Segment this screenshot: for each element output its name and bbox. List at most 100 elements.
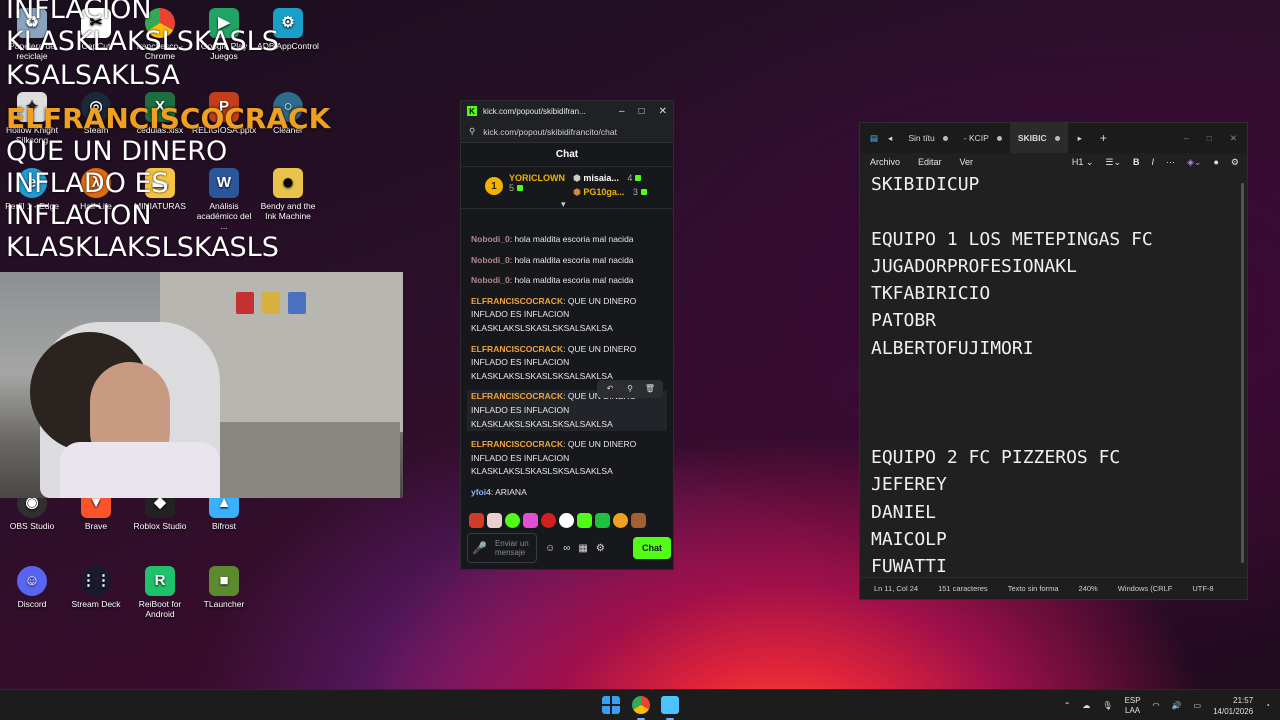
pin-icon[interactable]: ⚲ [621, 382, 639, 396]
chat-message[interactable]: Nobodi_0: hola maldita escoria mal nacid… [471, 274, 667, 288]
volume-icon[interactable]: 🔊 [1172, 701, 1182, 710]
tab-skibic[interactable]: SKIBIC [1009, 123, 1068, 153]
emote-icon[interactable] [595, 513, 610, 528]
chat-text: : hola maldita escoria mal nacida [509, 234, 634, 244]
unsaved-dot-icon [942, 135, 948, 141]
emote-icon[interactable] [541, 513, 556, 528]
leader-others: ⬢ misaia... 4 ⬢ PG10ga... 3 [573, 173, 647, 202]
chat-username[interactable]: ELFRANCISCOCRACK [471, 344, 563, 354]
desktop-icon-reiboot[interactable]: R ReiBoot for Android [128, 566, 192, 619]
stream-deck-icon: ⋮⋮ [81, 566, 111, 596]
minimize-icon[interactable]: – [1184, 133, 1189, 143]
heading-select[interactable]: H1 ⌄ [1072, 157, 1094, 168]
second-place-icon: ⬢ [573, 173, 581, 183]
line-ending[interactable]: Windows (CRLF [1118, 584, 1173, 593]
maximize-icon[interactable]: □ [1207, 133, 1212, 143]
menu-ver[interactable]: Ver [960, 157, 974, 167]
overlay-line-6: INFLACION [6, 200, 152, 231]
emote-icon[interactable] [559, 513, 574, 528]
notepad-scrollbar[interactable] [1241, 183, 1244, 563]
encoding[interactable]: UTF-8 [1192, 584, 1213, 593]
battery-icon[interactable]: ▭ [1194, 701, 1202, 710]
text-format[interactable]: Texto sin forma [1008, 584, 1059, 593]
clock[interactable]: 21:57 14/01/2026 [1213, 695, 1253, 717]
overlay-line-5: INFLADO ES [6, 168, 169, 199]
emote-icon[interactable] [577, 513, 592, 528]
chat-message[interactable]: ELFRANCISCOCRACK: QUE UN DINERO INFLADO … [471, 295, 667, 336]
zoom-level[interactable]: 240% [1079, 584, 1098, 593]
kick-url-bar[interactable]: ⚲ kick.com/popout/skibidifrancito/chat [461, 121, 673, 143]
desktop-icon-bendy[interactable]: ☻ Bendy and the Ink Machine [256, 168, 320, 221]
tab-scroll-right-icon[interactable]: ▸ [1078, 133, 1082, 144]
chat-message[interactable]: yfoi4: ARIANA [471, 486, 667, 500]
chat-input[interactable]: 🎤 Enviar un mensaje [467, 533, 537, 563]
new-tab-icon[interactable]: + [1100, 131, 1107, 145]
show-hidden-icons-icon[interactable]: ⌃ [1064, 701, 1071, 710]
emote-icon[interactable] [505, 513, 520, 528]
notepad-app-icon: ▤ [870, 132, 879, 143]
emote-icon[interactable] [523, 513, 538, 528]
more-icon[interactable]: ··· [1166, 157, 1175, 168]
tab-untitled[interactable]: Sin títu [900, 123, 955, 153]
link-icon[interactable]: ∞ [563, 543, 570, 554]
chat-username[interactable]: Nobodi_0 [471, 234, 510, 244]
chat-message[interactable]: Nobodi_0: hola maldita escoria mal nacid… [471, 254, 667, 268]
chat-message[interactable]: ELFRANCISCOCRACK: QUE UN DINERO INFLADO … [471, 343, 667, 384]
kick-url: kick.com/popout/skibidifrancito/chat [483, 126, 617, 137]
site-settings-icon[interactable]: ⚲ [469, 126, 475, 137]
chat-message[interactable]: ELFRANCISCOCRACK: QUE UN DINERO INFLADO … [471, 438, 667, 479]
leader-first-count: 5 [509, 183, 515, 193]
settings-icon[interactable]: ⚙ [1231, 157, 1239, 168]
delete-icon[interactable]: 🗑 [641, 382, 659, 396]
desktop-icon-discord[interactable]: ☺ Discord [0, 566, 64, 609]
microphone-tray-icon[interactable]: 🎙 [1102, 701, 1112, 710]
chat-username[interactable]: ELFRANCISCOCRACK [471, 296, 563, 306]
send-chat-button[interactable]: Chat [633, 537, 671, 559]
start-windows-icon[interactable] [602, 696, 620, 714]
tab-scroll-left-icon[interactable]: ◂ [888, 133, 892, 144]
desktop-icon-stream-deck[interactable]: ⋮⋮ Stream Deck [64, 566, 128, 609]
chat-username[interactable]: Nobodi_0 [471, 255, 510, 265]
reply-icon[interactable]: ↶ [601, 382, 619, 396]
language-indicator[interactable]: ESP LAA [1125, 696, 1141, 716]
store-icon[interactable]: ▦ [578, 543, 587, 554]
network-app-icon[interactable]: ☁ [1082, 701, 1090, 710]
emote-icon[interactable] [469, 513, 484, 528]
notepad-taskbar-icon[interactable] [661, 696, 679, 714]
emote-icon[interactable] [613, 513, 628, 528]
emoji-icon[interactable]: ☺ [545, 543, 555, 554]
chat-username[interactable]: ELFRANCISCOCRACK [471, 439, 563, 449]
desktop-icon-analisis[interactable]: W Análisis académico del ... [192, 168, 256, 231]
notepad-text-area[interactable]: SKIBIDICUP EQUIPO 1 LOS METEPINGAS FC JU… [871, 171, 1153, 580]
close-icon[interactable]: ✕ [659, 106, 667, 117]
leader-third[interactable]: ⬢ PG10ga... 3 [573, 187, 647, 198]
emote-icon[interactable] [487, 513, 502, 528]
settings-icon[interactable]: ⚙ [596, 543, 605, 554]
account-icon[interactable]: ● [1213, 157, 1218, 168]
notifications-icon[interactable]: ◔ [1265, 701, 1270, 710]
chat-username[interactable]: yfoi4 [471, 487, 491, 497]
desktop-icon-tlauncher[interactable]: ■ TLauncher [192, 566, 256, 609]
microphone-icon[interactable]: 🎤 [472, 542, 487, 554]
close-icon[interactable]: ✕ [1230, 133, 1237, 144]
reiboot-icon: R [145, 566, 175, 596]
chrome-taskbar-icon[interactable] [632, 696, 650, 714]
menu-archivo[interactable]: Archivo [870, 157, 900, 167]
menu-editar[interactable]: Editar [918, 157, 942, 167]
chat-username[interactable]: Nobodi_0 [471, 275, 510, 285]
bold-icon[interactable]: B [1133, 157, 1140, 168]
tab-kcip[interactable]: - KCIP [956, 123, 1010, 153]
italic-icon[interactable]: I [1152, 157, 1155, 168]
chat-message[interactable]: Nobodi_0: hola maldita escoria mal nacid… [471, 233, 667, 247]
list-icon[interactable]: ☰⌄ [1105, 157, 1121, 168]
emote-icon[interactable] [631, 513, 646, 528]
minimize-icon[interactable]: – [619, 106, 625, 117]
leader-second[interactable]: ⬢ misaia... 4 [573, 173, 647, 184]
chat-message[interactable]: ↶ ⚲ 🗑 ELFRANCISCOCRACK: QUE UN DINERO IN… [467, 380, 667, 432]
maximize-icon[interactable]: □ [639, 106, 645, 117]
collapse-icon[interactable]: ▾ [561, 199, 566, 210]
copilot-icon[interactable]: ◈⌄ [1187, 157, 1201, 168]
wifi-icon[interactable]: ◠ [1153, 701, 1160, 710]
chat-username[interactable]: ELFRANCISCOCRACK [471, 391, 563, 401]
leader-first[interactable]: YORICLOWN 5 [509, 173, 565, 202]
